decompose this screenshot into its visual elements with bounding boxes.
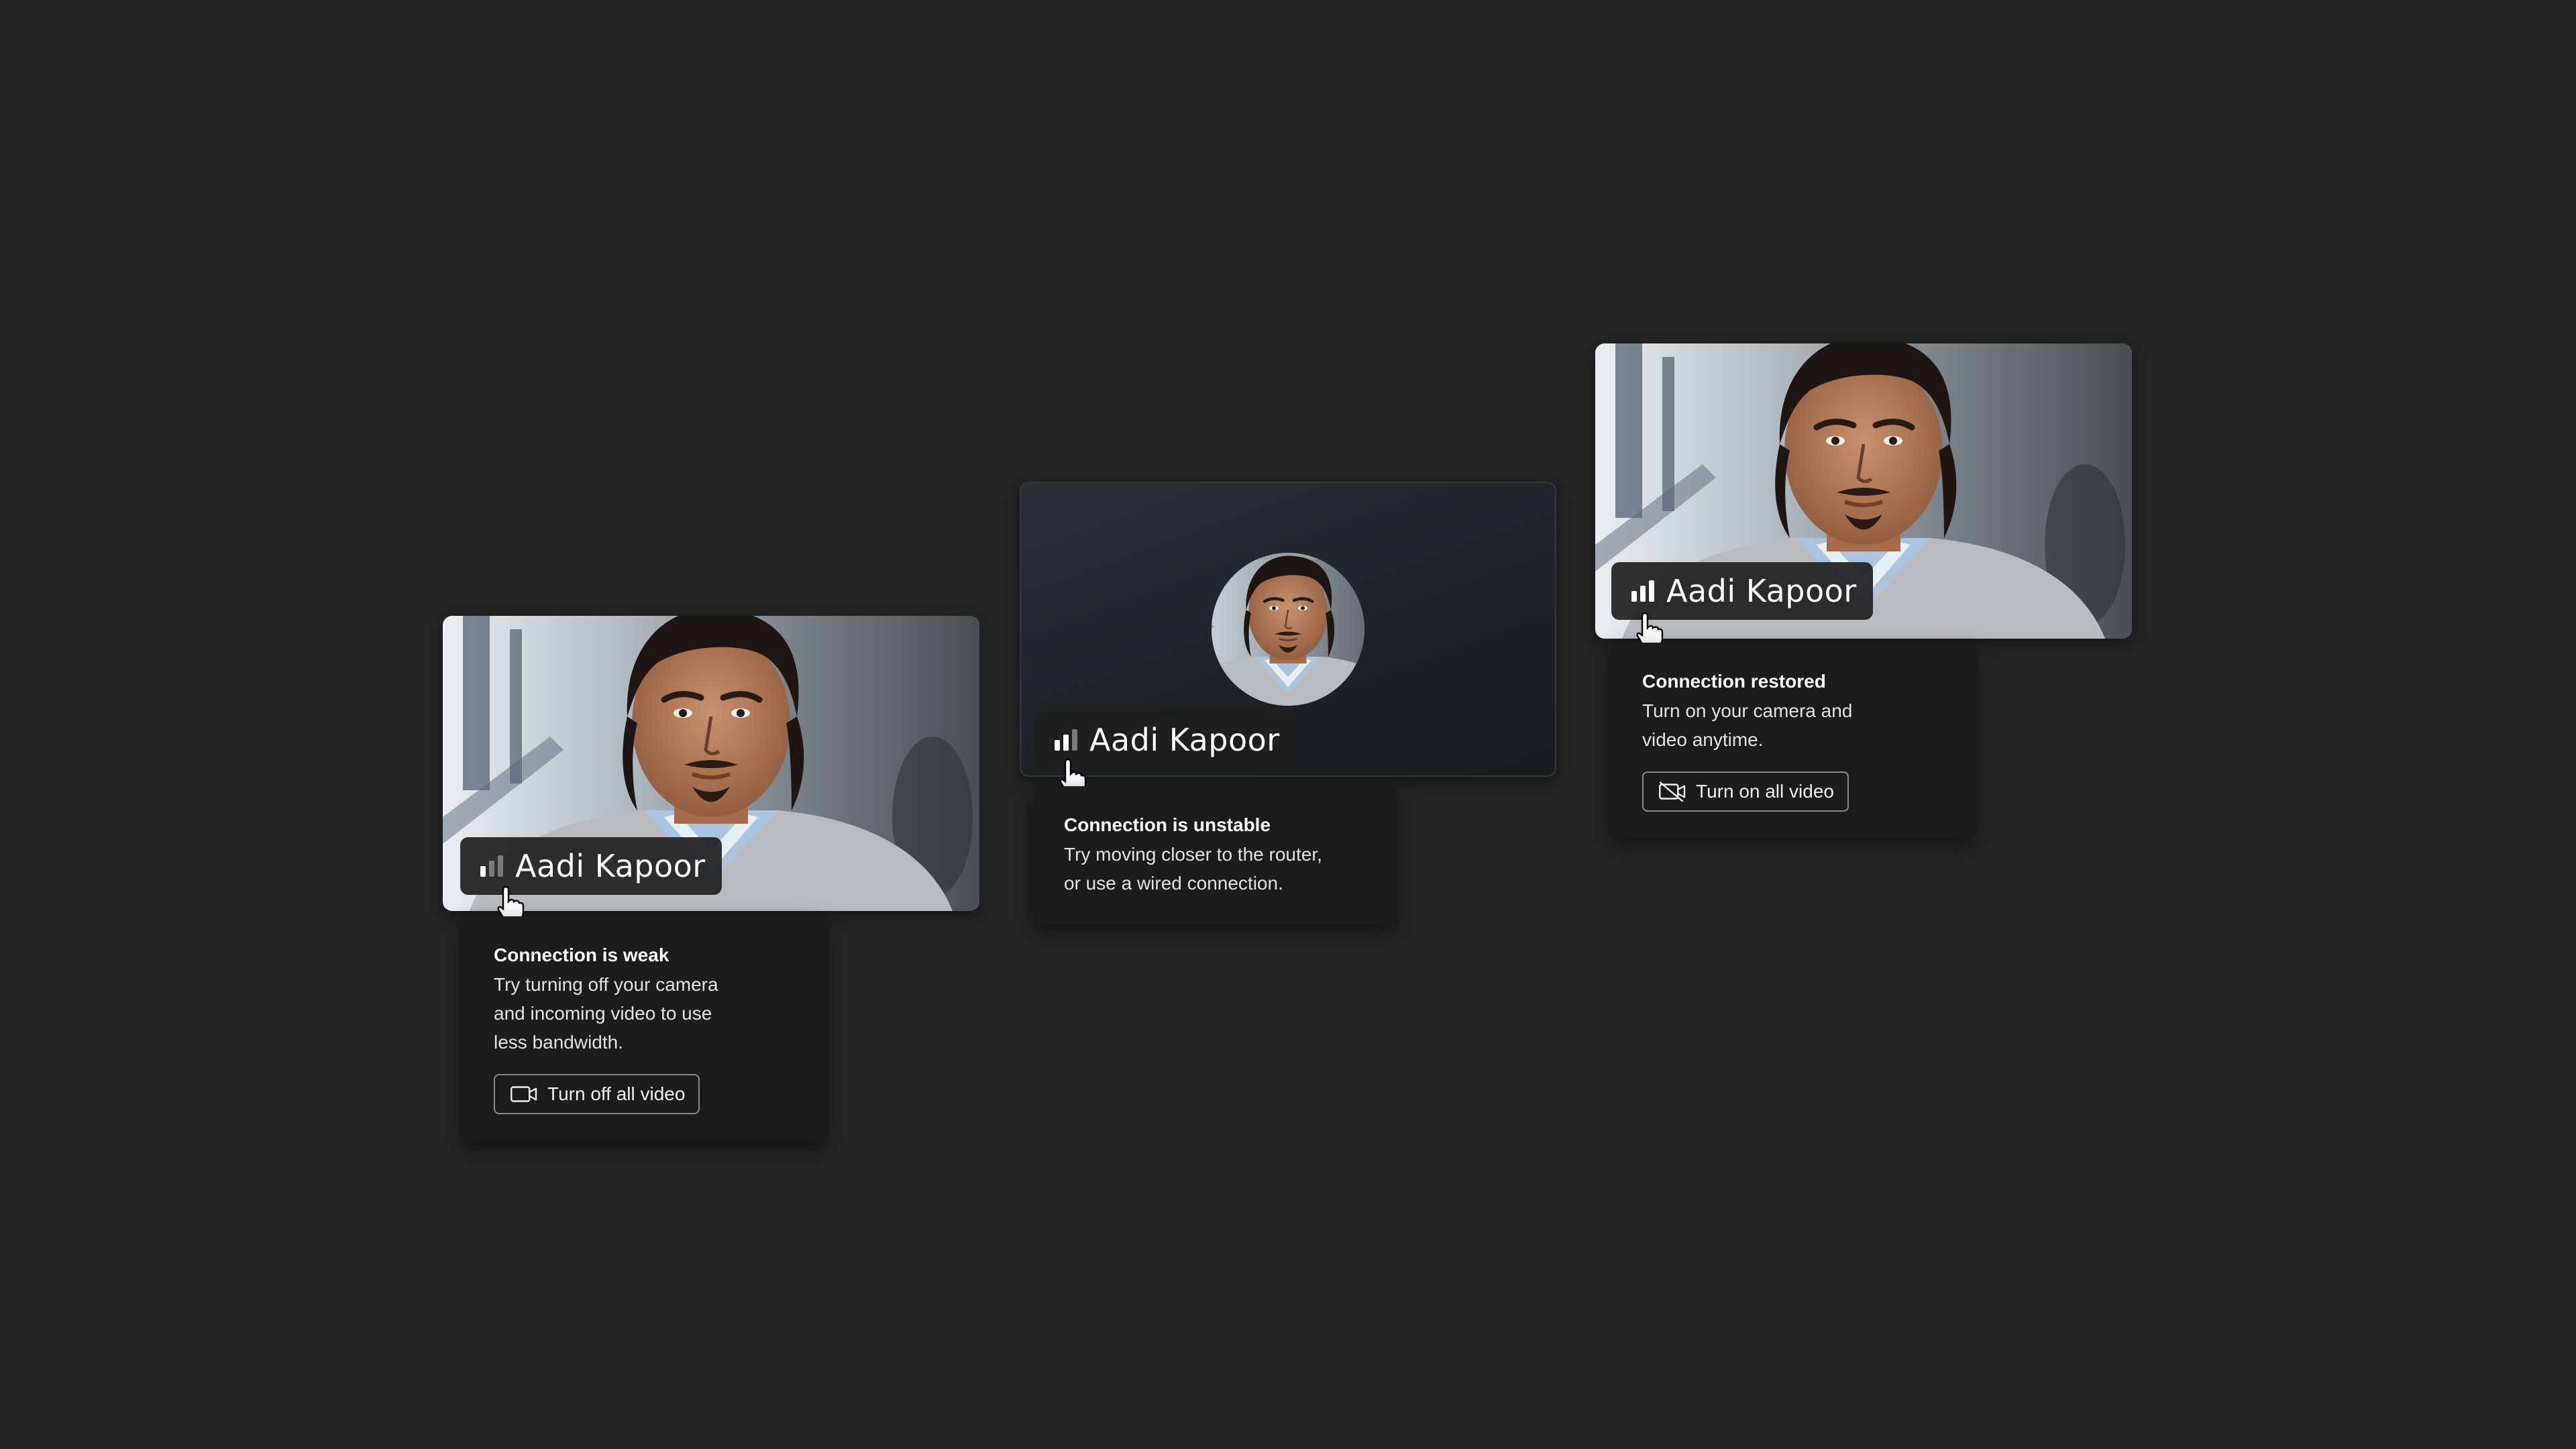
status-body: Try turning off your camera and incoming… — [494, 974, 718, 1053]
turn-off-all-video-button[interactable]: Turn off all video — [494, 1074, 700, 1114]
signal-bars-icon — [480, 855, 503, 877]
status-body: Turn on your camera and video anytime. — [1642, 700, 1853, 750]
avatar — [1212, 553, 1364, 706]
signal-bars-icon — [1055, 729, 1077, 751]
participant-name: Aadi Kapoor — [1089, 722, 1280, 758]
connection-unstable-popover: Connection is unstable Try moving closer… — [1033, 786, 1395, 924]
signal-bars-icon — [1631, 580, 1654, 602]
video-camera-icon — [511, 1086, 537, 1102]
video-tile-weak: Aadi Kapoor — [443, 616, 979, 911]
button-label: Turn off all video — [547, 1083, 686, 1104]
video-tile-unstable: Aadi Kapoor — [1020, 482, 1556, 777]
participant-name: Aadi Kapoor — [515, 848, 706, 884]
video-tile-restored: Aadi Kapoor — [1595, 343, 2132, 639]
status-title: Connection is weak — [494, 945, 669, 965]
status-title: Connection restored — [1642, 671, 1826, 692]
participant-name: Aadi Kapoor — [1666, 573, 1857, 609]
connection-weak-popover: Connection is weak Try turning off your … — [463, 916, 825, 1141]
video-camera-off-icon — [1659, 782, 1686, 802]
turn-on-all-video-button[interactable]: Turn on all video — [1642, 771, 1849, 812]
status-body: Try moving closer to the router, or use … — [1064, 844, 1322, 894]
connection-restored-popover: Connection restored Turn on your camera … — [1611, 643, 1974, 839]
status-title: Connection is unstable — [1064, 814, 1271, 835]
button-label: Turn on all video — [1696, 781, 1834, 802]
